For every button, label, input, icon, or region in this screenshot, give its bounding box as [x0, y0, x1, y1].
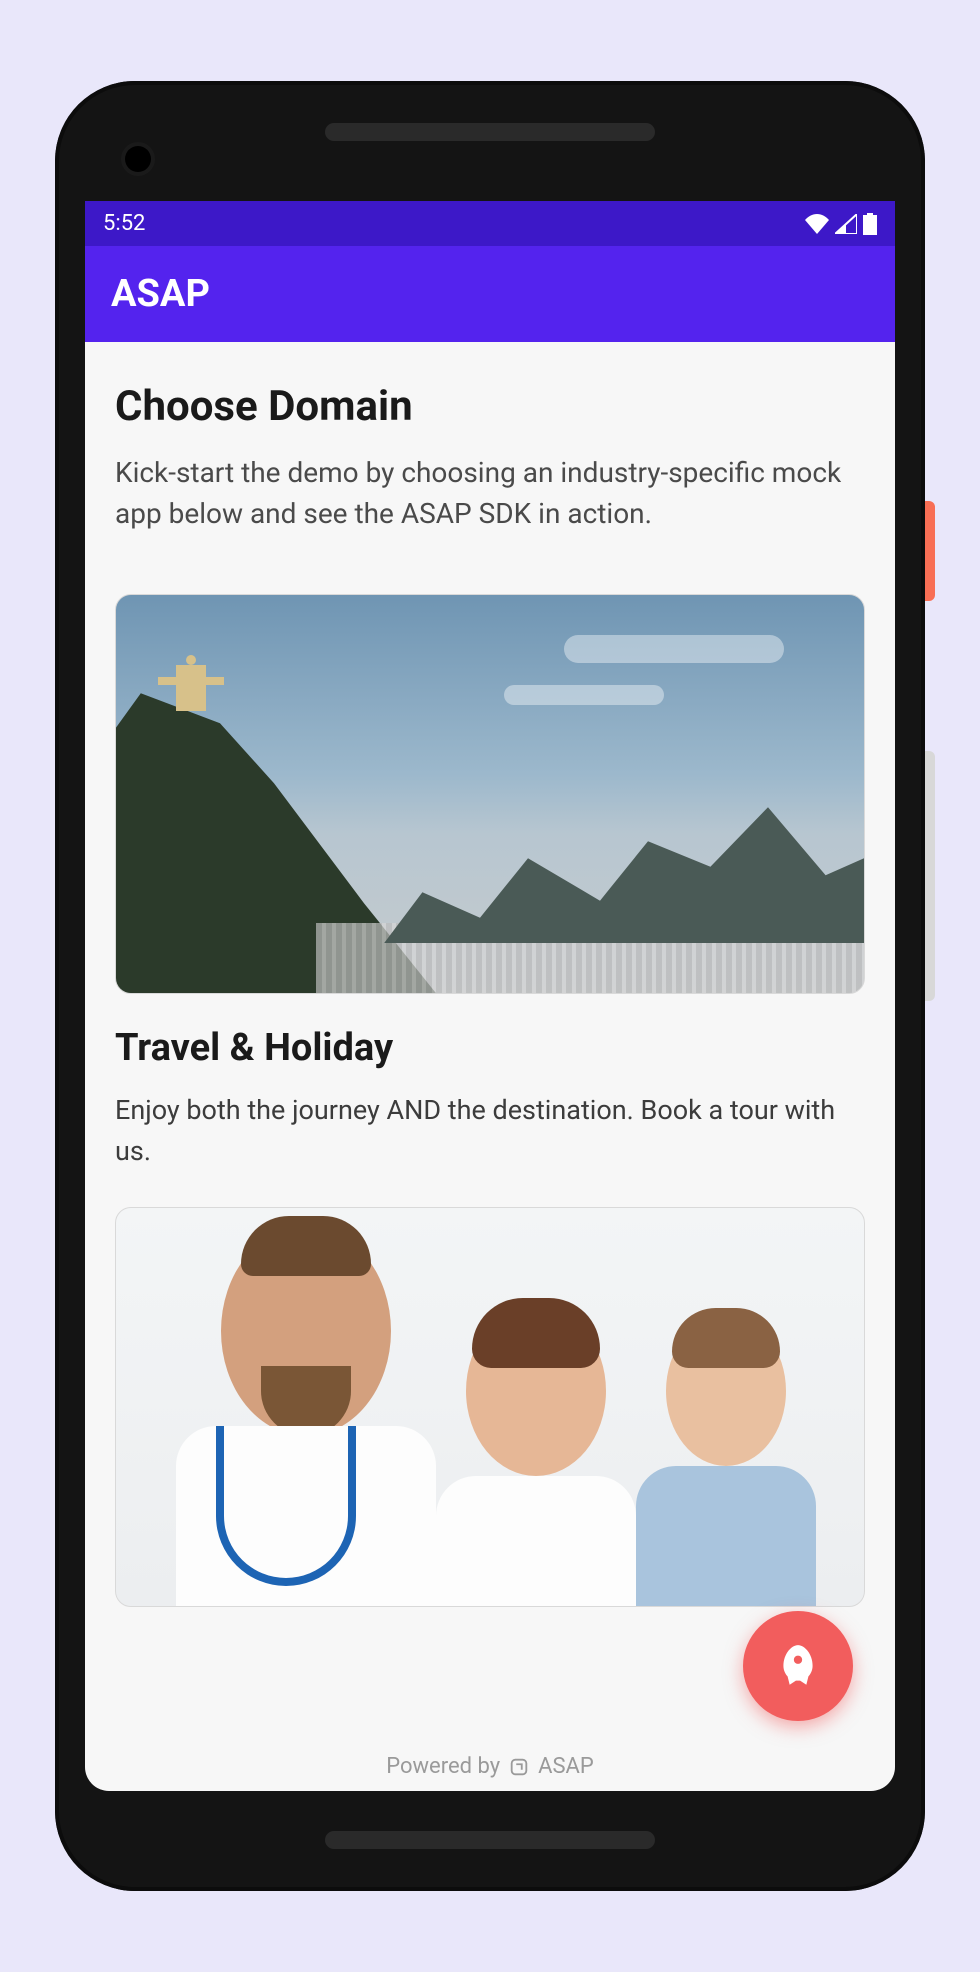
device-frame: 5:52 ASAP Choose Domain Kick-start the d… — [55, 81, 925, 1891]
travel-image — [115, 594, 865, 994]
screen: 5:52 ASAP Choose Domain Kick-start the d… — [85, 201, 895, 1791]
wifi-icon — [805, 214, 829, 234]
health-image — [115, 1207, 865, 1607]
rocket-icon — [773, 1641, 823, 1691]
domain-card-travel[interactable]: Travel & Holiday Enjoy both the journey … — [115, 594, 865, 1171]
app-title: ASAP — [111, 272, 210, 316]
fab-button[interactable] — [743, 1611, 853, 1721]
page-title: Choose Domain — [115, 382, 865, 431]
content-area[interactable]: Choose Domain Kick-start the demo by cho… — [85, 342, 895, 1791]
volume-button[interactable] — [925, 751, 935, 1001]
power-button[interactable] — [925, 501, 935, 601]
earpiece-icon — [325, 123, 655, 141]
page-subtitle: Kick-start the demo by choosing an indus… — [115, 453, 865, 534]
card-desc-travel: Enjoy both the journey AND the destinati… — [115, 1090, 865, 1171]
card-title-travel: Travel & Holiday — [115, 1026, 865, 1070]
domain-card-health[interactable] — [115, 1207, 865, 1607]
status-time: 5:52 — [103, 211, 805, 236]
camera-icon — [125, 146, 151, 172]
statue-icon — [176, 665, 206, 711]
home-pill-icon — [325, 1831, 655, 1849]
footer: Powered by ASAP — [85, 1754, 895, 1779]
signal-icon — [835, 214, 857, 234]
asap-logo-icon — [508, 1756, 530, 1778]
footer-prefix: Powered by — [386, 1754, 500, 1779]
app-bar: ASAP — [85, 246, 895, 342]
footer-brand: ASAP — [538, 1754, 594, 1779]
status-bar: 5:52 — [85, 201, 895, 246]
battery-icon — [863, 213, 877, 235]
